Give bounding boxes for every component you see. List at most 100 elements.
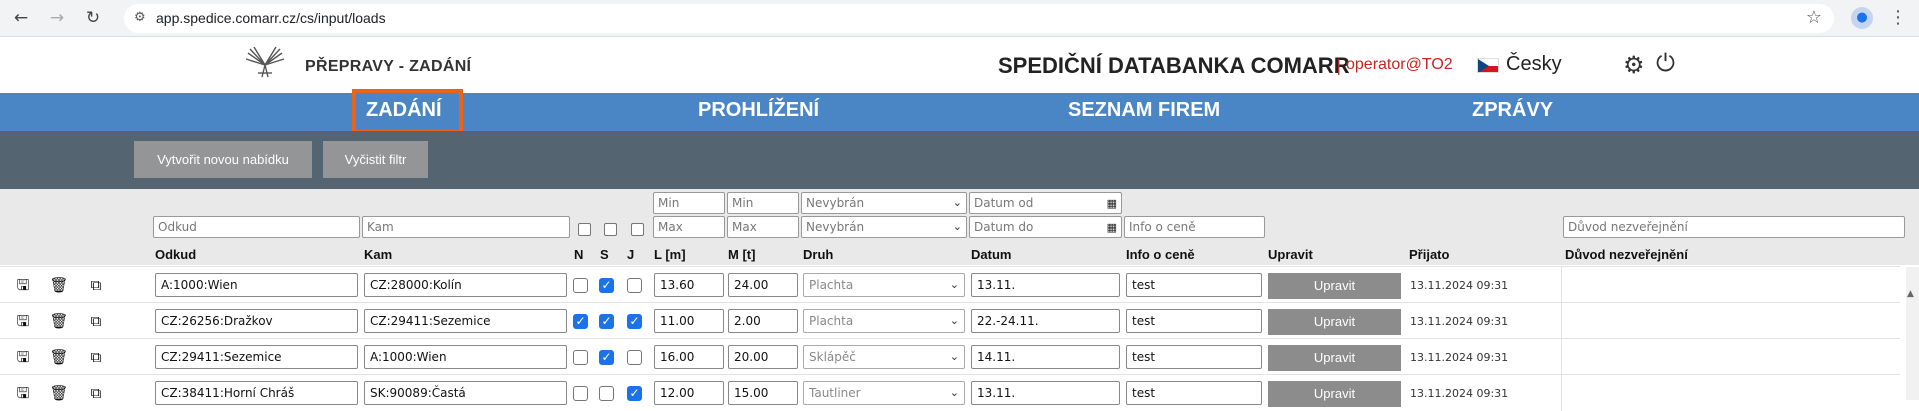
- new-offer-button[interactable]: Vytvořit novou nabídku: [134, 141, 312, 178]
- n-checkbox[interactable]: [573, 386, 588, 401]
- s-filter-checkbox[interactable]: [604, 223, 617, 236]
- power-icon[interactable]: ⏻: [1656, 49, 1675, 77]
- s-checkbox[interactable]: [599, 386, 614, 401]
- to-input[interactable]: SK:90089:Častá: [364, 381, 567, 405]
- date-from-input[interactable]: Datum od ▦: [969, 192, 1122, 214]
- weight-max-input[interactable]: Max: [727, 216, 799, 238]
- j-filter-checkbox[interactable]: [631, 223, 644, 236]
- length-max-input[interactable]: Max: [653, 216, 725, 238]
- bookmark-star-icon[interactable]: ☆: [1806, 7, 1822, 28]
- kind-filter-select-1[interactable]: Nevybrán ⌄: [801, 192, 967, 214]
- comarr-logo: [245, 47, 285, 78]
- tab-prohlizeni[interactable]: PROHLÍŽENÍ: [698, 99, 819, 122]
- czech-flag-icon[interactable]: [1477, 58, 1499, 73]
- price-info-filter-input[interactable]: Info o ceně: [1124, 216, 1265, 238]
- copy-icon[interactable]: ⧉: [86, 275, 106, 295]
- kind-select[interactable]: Plachta ⌄: [803, 309, 965, 333]
- forward-icon[interactable]: →: [46, 7, 68, 29]
- profile-avatar-icon[interactable]: ●: [1851, 7, 1873, 29]
- tab-zpravy[interactable]: ZPRÁVY: [1472, 99, 1553, 122]
- edit-button[interactable]: Upravit: [1268, 309, 1401, 335]
- n-checkbox[interactable]: [573, 278, 588, 293]
- date-to-input[interactable]: Datum do ▦: [969, 216, 1122, 238]
- save-icon[interactable]: 🖫: [13, 347, 33, 367]
- length-min-input[interactable]: Min: [653, 192, 725, 214]
- edit-button[interactable]: Upravit: [1268, 273, 1401, 299]
- from-input[interactable]: CZ:26256:Dražkov: [155, 309, 358, 333]
- from-input[interactable]: CZ:29411:Sezemice: [155, 345, 358, 369]
- date-input[interactable]: 13.11.: [971, 381, 1120, 405]
- weight-input[interactable]: 15.00: [728, 381, 798, 405]
- n-filter-checkbox[interactable]: [578, 223, 591, 236]
- weight-min-input[interactable]: Min: [727, 192, 799, 214]
- price-info-input[interactable]: test: [1126, 381, 1262, 405]
- col-from: Odkud: [155, 247, 197, 262]
- copy-icon[interactable]: ⧉: [86, 311, 106, 331]
- to-input[interactable]: CZ:29411:Sezemice: [364, 309, 567, 333]
- edit-button[interactable]: Upravit: [1268, 345, 1401, 371]
- trash-icon[interactable]: 🗑: [49, 383, 69, 403]
- j-checkbox[interactable]: [627, 350, 642, 365]
- trash-icon[interactable]: 🗑: [49, 311, 69, 331]
- n-checkbox[interactable]: ✓: [573, 314, 588, 329]
- tab-seznam-firem[interactable]: SEZNAM FIREM: [1068, 99, 1220, 122]
- reload-icon[interactable]: ↻: [82, 7, 104, 29]
- price-info-input[interactable]: test: [1126, 309, 1262, 333]
- s-checkbox[interactable]: ✓: [599, 314, 614, 329]
- to-input[interactable]: CZ:28000:Kolín: [364, 273, 567, 297]
- address-bar[interactable]: ⚙ app.spedice.comarr.cz/cs/input/loads ☆: [124, 4, 1834, 33]
- language-selector[interactable]: Česky: [1506, 53, 1562, 76]
- calendar-icon[interactable]: ▦: [1107, 218, 1117, 237]
- browser-menu-icon[interactable]: ⋮: [1889, 7, 1907, 28]
- kind-select[interactable]: Tautliner ⌄: [803, 381, 965, 405]
- save-icon[interactable]: 🖫: [13, 275, 33, 295]
- weight-input[interactable]: 20.00: [728, 345, 798, 369]
- calendar-icon[interactable]: ▦: [1107, 194, 1117, 213]
- price-info-input[interactable]: test: [1126, 345, 1262, 369]
- edit-button[interactable]: Upravit: [1268, 381, 1401, 407]
- length-input[interactable]: 11.00: [654, 309, 724, 333]
- trash-icon[interactable]: 🗑: [49, 275, 69, 295]
- received-time: 13.11.2024 09:31: [1410, 351, 1509, 364]
- trash-icon[interactable]: 🗑: [49, 347, 69, 367]
- to-filter-input[interactable]: Kam: [362, 216, 570, 238]
- s-checkbox[interactable]: ✓: [599, 350, 614, 365]
- save-icon[interactable]: 🖫: [13, 311, 33, 331]
- kind-select[interactable]: Sklápěč ⌄: [803, 345, 965, 369]
- weight-input[interactable]: 24.00: [728, 273, 798, 297]
- kind-filter-select-2[interactable]: Nevybrán ⌄: [801, 216, 967, 238]
- kind-select[interactable]: Plachta ⌄: [803, 273, 965, 297]
- user-label: operator@TO2: [1346, 56, 1453, 73]
- from-filter-input[interactable]: Odkud: [153, 216, 360, 238]
- length-input[interactable]: 13.60: [654, 273, 724, 297]
- length-input[interactable]: 12.00: [654, 381, 724, 405]
- date-input[interactable]: 14.11.: [971, 345, 1120, 369]
- browser-toolbar: ← → ↻ ⚙ app.spedice.comarr.cz/cs/input/l…: [0, 0, 1919, 37]
- j-checkbox[interactable]: ✓: [627, 314, 642, 329]
- weight-input[interactable]: 2.00: [728, 309, 798, 333]
- to-input[interactable]: A:1000:Wien: [364, 345, 567, 369]
- save-icon[interactable]: 🖫: [13, 383, 33, 403]
- back-icon[interactable]: ←: [10, 7, 32, 29]
- j-checkbox[interactable]: [627, 278, 642, 293]
- length-input[interactable]: 16.00: [654, 345, 724, 369]
- col-to: Kam: [364, 247, 393, 262]
- date-input[interactable]: 13.11.: [971, 273, 1120, 297]
- table-scrollbar[interactable]: [1906, 267, 1919, 400]
- scroll-up-arrow-icon[interactable]: ▲: [1907, 289, 1914, 299]
- clear-filter-button[interactable]: Vyčistit filtr: [323, 141, 428, 178]
- j-checkbox[interactable]: ✓: [627, 386, 642, 401]
- table-row: 🖫 🗑 ⧉ A:1000:Wien CZ:28000:Kolín ✓ 13.60…: [0, 266, 1900, 303]
- copy-icon[interactable]: ⧉: [86, 347, 106, 367]
- gear-icon[interactable]: ⚙: [1623, 51, 1645, 79]
- s-checkbox[interactable]: ✓: [599, 278, 614, 293]
- reason-filter-input[interactable]: Důvod nezveřejnění: [1563, 216, 1905, 238]
- copy-icon[interactable]: ⧉: [86, 383, 106, 403]
- from-input[interactable]: A:1000:Wien: [155, 273, 358, 297]
- price-info-input[interactable]: test: [1126, 273, 1262, 297]
- date-input[interactable]: 22.-24.11.: [971, 309, 1120, 333]
- site-info-icon[interactable]: ⚙: [134, 10, 146, 25]
- chevron-down-icon: ⌄: [952, 196, 962, 209]
- from-input[interactable]: CZ:38411:Horní Chráš: [155, 381, 358, 405]
- n-checkbox[interactable]: [573, 350, 588, 365]
